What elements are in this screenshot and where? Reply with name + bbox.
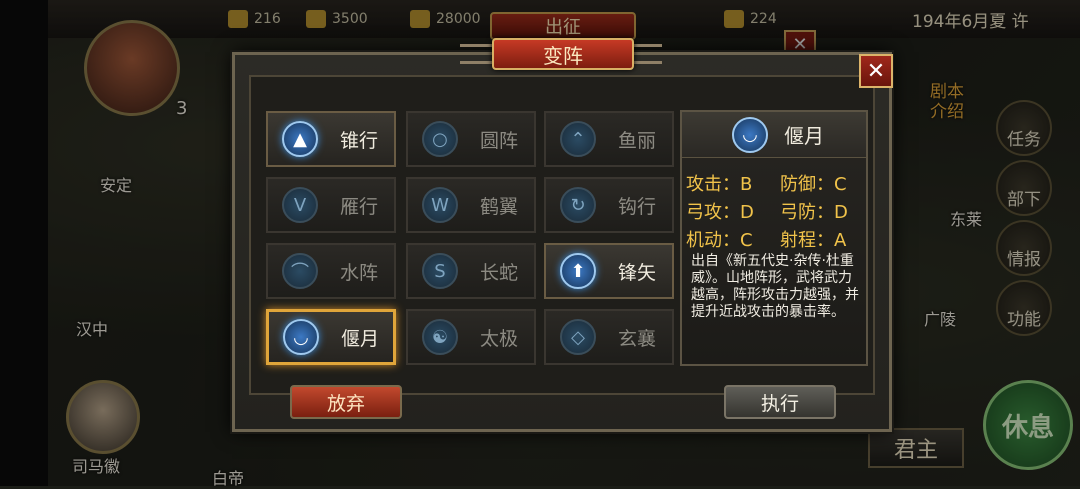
formation-description: 出自《新五代史·杂传·杜重威》。山地阵形，武将武力越高，阵形攻击力越强，并提升近… [691,253,859,320]
circle-icon: ○ [422,121,458,157]
formation-option[interactable]: W 鹤翼 [406,177,536,233]
formation-option[interactable]: ◇ 玄襄 [544,309,674,365]
formation-option[interactable]: ☯ 太极 [406,309,536,365]
formation-option[interactable]: ○ 圆阵 [406,111,536,167]
formation-option[interactable]: ▲ 锥行 [266,111,396,167]
execute-button[interactable]: 执行 [724,385,836,419]
dialog-title: 变阵 [492,38,634,70]
formation-option[interactable]: ⌒ 水阵 [266,243,396,299]
title-ornament-left [460,44,494,64]
diamond-icon: ◇ [560,319,596,355]
info-formation-name: 偃月 [784,124,824,148]
stat-mobility: 机动：C [686,230,753,251]
w-shape-icon: W [422,187,458,223]
formation-option[interactable]: ↻ 钩行 [544,177,674,233]
formation-label: 玄襄 [618,327,657,350]
crescent-icon: ◡ [283,319,319,355]
info-header: ◡ 偃月 [682,112,866,158]
formation-label: 圆阵 [480,129,519,152]
hook-icon: ↻ [560,187,596,223]
stat-attack: 攻击：B [686,174,753,195]
formation-label: 太极 [480,327,519,350]
formation-label: 锥行 [340,129,379,152]
formation-label: 钩行 [618,195,657,218]
crescent-icon: ◡ [732,116,768,153]
formation-option[interactable]: ⌃ 鱼丽 [544,111,674,167]
stat-range: 射程：A [780,230,847,251]
water-icon: ⌒ [282,253,318,289]
stat-bow-attack: 弓攻：D [686,202,754,223]
formation-label: 鹤翼 [480,195,519,218]
snake-icon: S [422,253,458,289]
stat-defense: 防御：C [780,174,847,195]
fish-scale-icon: ⌃ [560,121,596,157]
formation-option[interactable]: S 长蛇 [406,243,536,299]
formation-option[interactable]: V 雁行 [266,177,396,233]
taiji-icon: ☯ [422,319,458,355]
formation-option[interactable]: ⬆ 锋矢 [544,243,674,299]
formation-label: 雁行 [340,195,379,218]
formation-option[interactable]: ◡ 偃月 [266,309,396,365]
arrow-up-icon: ⬆ [560,253,596,289]
formation-label: 水阵 [340,261,379,284]
formation-label: 偃月 [341,327,380,350]
abandon-button[interactable]: 放弃 [290,385,402,419]
formation-label: 锋矢 [618,261,657,284]
v-shape-icon: V [282,187,318,223]
stat-bow-defense: 弓防：D [780,202,848,223]
arrow-up-icon: ▲ [282,121,318,157]
close-icon[interactable]: ✕ [859,54,893,88]
formation-label: 长蛇 [480,261,519,284]
formation-label: 鱼丽 [618,129,657,152]
